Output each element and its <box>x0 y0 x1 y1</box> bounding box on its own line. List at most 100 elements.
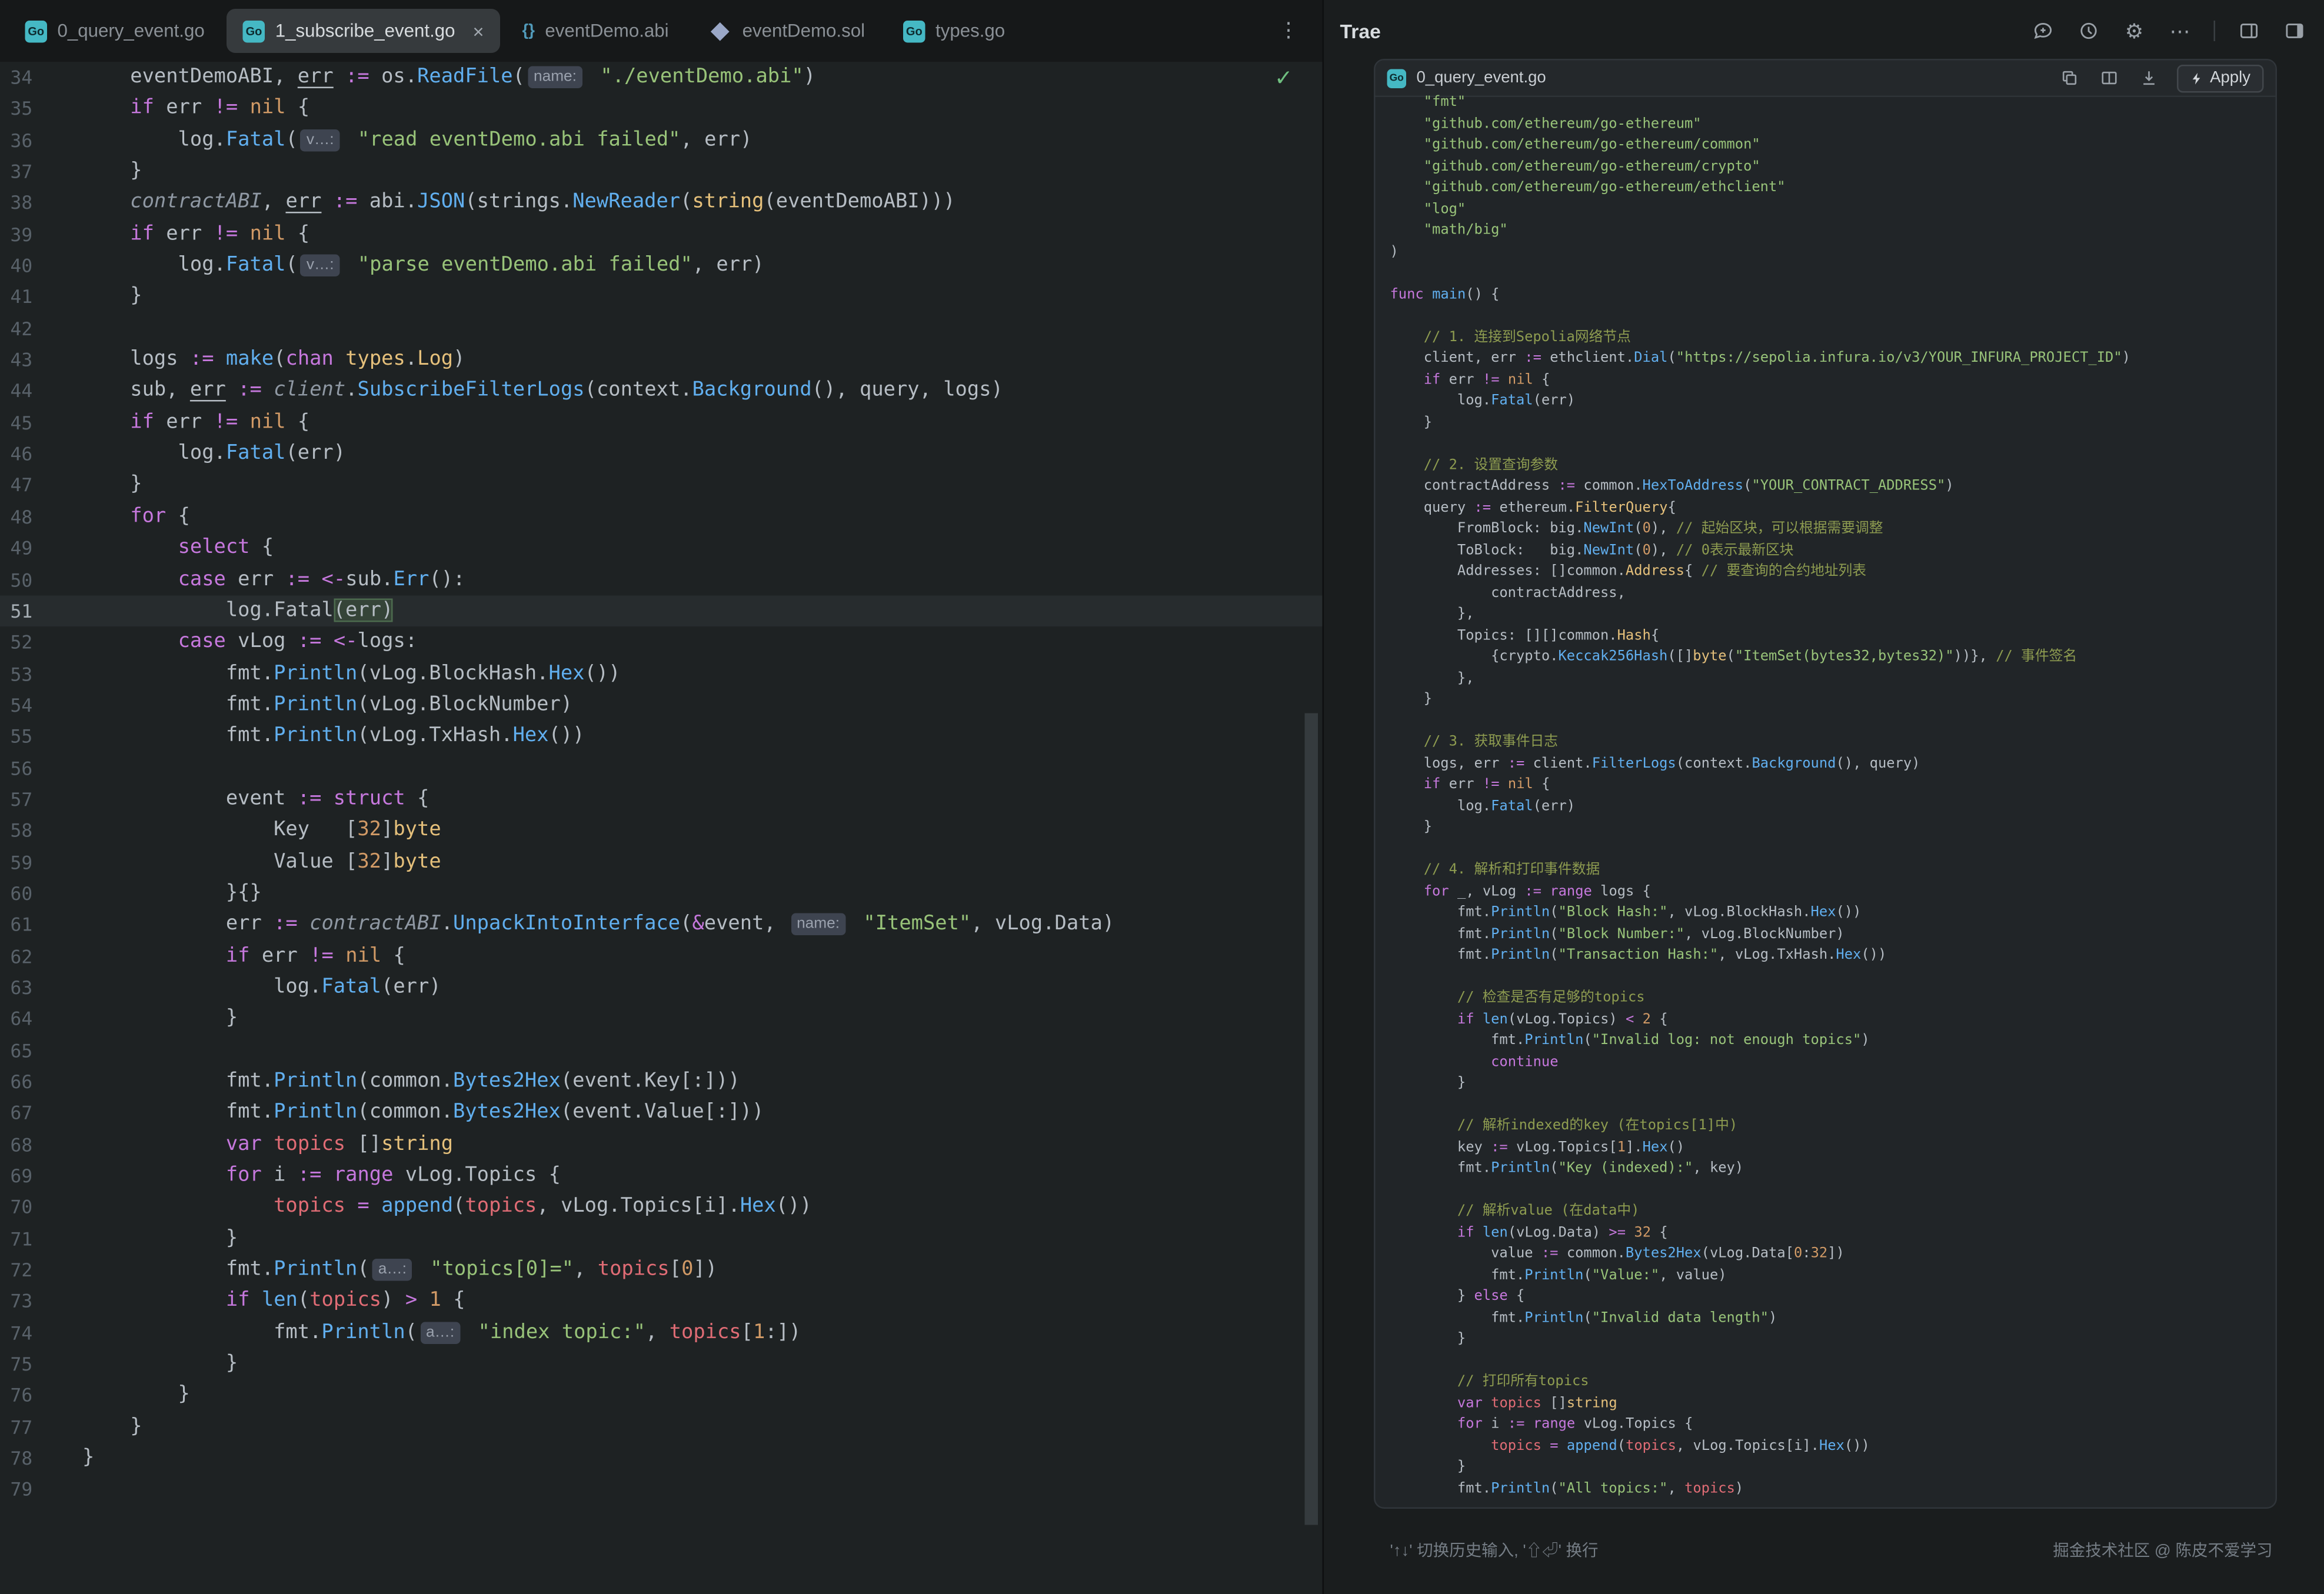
editor-line[interactable]: 39 if err != nil { <box>0 219 1323 250</box>
more-actions-icon[interactable]: ⋯ <box>2168 19 2192 43</box>
diff-icon[interactable] <box>2098 66 2122 90</box>
editor-line[interactable]: 76 } <box>0 1380 1323 1411</box>
editor-line[interactable]: 46 log.Fatal(err) <box>0 438 1323 469</box>
editor-line[interactable]: 61 err := contractABI.UnpackIntoInterfac… <box>0 909 1323 941</box>
editor-scrollbar[interactable] <box>1305 713 1319 1525</box>
apply-button[interactable]: Apply <box>2177 64 2263 92</box>
editor-line[interactable]: 74 fmt.Println(a…: "index topic:", topic… <box>0 1317 1323 1348</box>
editor-line[interactable]: 64 } <box>0 1003 1323 1035</box>
editor-line[interactable]: 42 <box>0 313 1323 344</box>
editor-line[interactable]: 66 fmt.Println(common.Bytes2Hex(event.Ke… <box>0 1066 1323 1098</box>
assistant-code-line: query := ethereum.FilterQuery{ <box>1390 498 2276 519</box>
editor-line[interactable]: 48 for { <box>0 501 1323 532</box>
editor-line[interactable]: 57 event := struct { <box>0 783 1323 815</box>
editor-line[interactable]: 70 topics = append(topics, vLog.Topics[i… <box>0 1192 1323 1223</box>
insert-icon[interactable] <box>2138 66 2162 90</box>
settings-gear-icon[interactable]: ⚙ <box>2123 19 2146 43</box>
editor-line[interactable]: 50 case err := <-sub.Err(): <box>0 564 1323 595</box>
new-chat-icon[interactable] <box>2032 19 2055 43</box>
editor-line[interactable]: 44 sub, err := client.SubscribeFilterLog… <box>0 376 1323 407</box>
tab-label: 0_query_event.go <box>58 21 205 41</box>
editor-line[interactable]: 63 log.Fatal(err) <box>0 972 1323 1003</box>
line-number: 56 <box>0 752 82 783</box>
editor-line[interactable]: 54 fmt.Println(vLog.BlockNumber) <box>0 689 1323 721</box>
editor-line[interactable]: 34 eventDemoABI, err := os.ReadFile(name… <box>0 62 1323 93</box>
editor-line[interactable]: 53 fmt.Println(vLog.BlockHash.Hex()) <box>0 658 1323 689</box>
assistant-code-line: for _, vLog := range logs { <box>1390 882 2276 903</box>
editor-line[interactable]: 60 }{} <box>0 878 1323 909</box>
editor-line[interactable]: 55 fmt.Println(vLog.TxHash.Hex()) <box>0 721 1323 752</box>
tab-overflow-button[interactable]: ⋮ <box>1278 18 1299 43</box>
editor-line[interactable]: 68 var topics []string <box>0 1129 1323 1160</box>
editor-line[interactable]: 37 } <box>0 156 1323 187</box>
line-number: 37 <box>0 156 82 187</box>
editor-line[interactable]: 35 if err != nil { <box>0 93 1323 124</box>
assistant-code-line: "github.com/ethereum/go-ethereum" <box>1390 114 2276 135</box>
editor-line[interactable]: 62 if err != nil { <box>0 941 1323 972</box>
panel-layout-icon[interactable] <box>2238 19 2261 43</box>
editor-line[interactable]: 51 log.Fatal(err) <box>0 595 1323 626</box>
editor-line[interactable]: 41 } <box>0 282 1323 313</box>
assistant-code-line <box>1390 1180 2276 1201</box>
tab-1_subscribe_event.go[interactable]: Go1_subscribe_event.go× <box>227 9 500 53</box>
tab-0_query_event.go[interactable]: Go 0_query_event.go <box>9 9 221 53</box>
line-number: 62 <box>0 941 82 972</box>
editor-line[interactable]: 67 fmt.Println(common.Bytes2Hex(event.Va… <box>0 1098 1323 1129</box>
tab-eventDemo.abi[interactable]: {}eventDemo.abi <box>506 9 685 53</box>
editor-line[interactable]: 45 if err != nil { <box>0 407 1323 438</box>
assistant-code-line: // 1. 连接到Sepolia网络节点 <box>1390 327 2276 348</box>
editor-line[interactable]: 47 } <box>0 470 1323 501</box>
editor-line[interactable]: 69 for i := range vLog.Topics { <box>0 1161 1323 1192</box>
assistant-code-line <box>1390 306 2276 327</box>
line-number: 78 <box>0 1443 82 1474</box>
assistant-code-line: if err != nil { <box>1390 775 2276 796</box>
editor-line[interactable]: 52 case vLog := <-logs: <box>0 626 1323 658</box>
line-number: 40 <box>0 250 82 281</box>
assistant-code-line <box>1390 1095 2276 1116</box>
editor-line[interactable]: 43 logs := make(chan types.Log) <box>0 344 1323 375</box>
assistant-code-line: ) <box>1390 242 2276 263</box>
editor-line[interactable]: 79 <box>0 1474 1323 1505</box>
tab-strip: Go 0_query_event.go Go1_subscribe_event.go… <box>9 9 1021 53</box>
editor-line[interactable]: 71 } <box>0 1223 1323 1254</box>
editor-line[interactable]: 56 <box>0 752 1323 783</box>
editor-line[interactable]: 75 } <box>0 1349 1323 1380</box>
close-icon[interactable]: × <box>473 20 484 42</box>
editor-line[interactable]: 72 fmt.Println(a…: "topics[0]=", topics[… <box>0 1255 1323 1286</box>
editor-line[interactable]: 77 } <box>0 1411 1323 1442</box>
editor-line[interactable]: 59 Value [32]byte <box>0 846 1323 878</box>
assistant-code-line: // 4. 解析和打印事件数据 <box>1390 861 2276 882</box>
code-block-filename: 0_query_event.go <box>1417 69 1546 87</box>
line-number: 57 <box>0 783 82 815</box>
editor-line[interactable]: 40 log.Fatal(v…: "parse eventDemo.abi fa… <box>0 250 1323 281</box>
go-file-icon: Go <box>25 20 48 42</box>
line-number: 58 <box>0 815 82 846</box>
line-number: 50 <box>0 564 82 595</box>
copy-icon[interactable] <box>2059 66 2082 90</box>
assistant-code-line: "github.com/ethereum/go-ethereum/common" <box>1390 135 2276 156</box>
assistant-code-line: key := vLog.Topics[1].Hex() <box>1390 1138 2276 1159</box>
assistant-code-line: } <box>1390 818 2276 839</box>
secondary-sidebar-icon[interactable] <box>2283 19 2306 43</box>
editor-line[interactable]: 65 <box>0 1035 1323 1066</box>
assistant-code-line: if len(vLog.Data) >= 32 { <box>1390 1223 2276 1244</box>
assistant-code-line: topics = append(topics, vLog.Topics[i].H… <box>1390 1436 2276 1457</box>
tab-eventDemo.sol[interactable]: eventDemo.sol <box>691 9 881 53</box>
code-editor[interactable]: 34 eventDemoABI, err := os.ReadFile(name… <box>0 62 1323 1594</box>
editor-line[interactable]: 78} <box>0 1443 1323 1474</box>
assistant-code-line: // 检查是否有足够的topics <box>1390 988 2276 1009</box>
assistant-code-line: // 3. 获取事件日志 <box>1390 732 2276 753</box>
editor-line[interactable]: 36 log.Fatal(v…: "read eventDemo.abi fai… <box>0 125 1323 156</box>
editor-line[interactable]: 58 Key [32]byte <box>0 815 1323 846</box>
line-number: 53 <box>0 658 82 689</box>
assistant-header-actions: ⚙ ⋯ <box>2032 19 2307 43</box>
line-number: 74 <box>0 1317 82 1348</box>
tab-types.go[interactable]: Gotypes.go <box>887 9 1021 53</box>
editor-line[interactable]: 73 if len(topics) > 1 { <box>0 1286 1323 1317</box>
assistant-code-line: logs, err := client.FilterLogs(context.B… <box>1390 753 2276 775</box>
history-icon[interactable] <box>2077 19 2100 43</box>
assistant-input-area[interactable]: '↑↓' 切换历史输入, '⇧⏎' 换行 掘金技术社区 @ 陈皮不爱学习 <box>1390 1538 2273 1562</box>
editor-line[interactable]: 49 select { <box>0 532 1323 563</box>
editor-line[interactable]: 38 contractABI, err := abi.JSON(strings.… <box>0 187 1323 218</box>
go-file-icon: Go <box>1387 68 1407 88</box>
